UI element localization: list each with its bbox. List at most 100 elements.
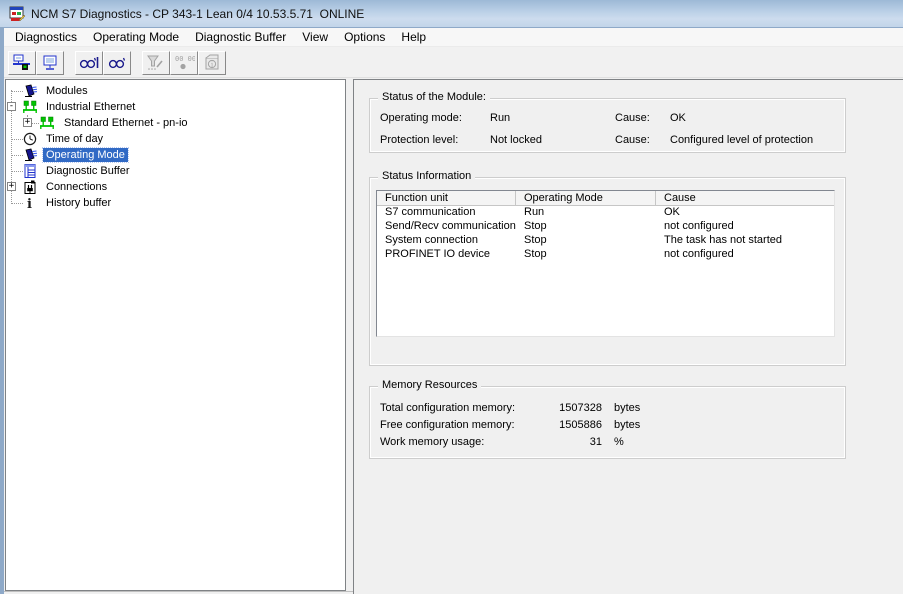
cell-operating-mode: Stop bbox=[516, 248, 656, 262]
svg-text:i: i bbox=[211, 61, 213, 69]
tree-item-label-selected[interactable]: Operating Mode bbox=[43, 148, 128, 162]
status-information-table: Function unit Operating Mode Cause S7 co… bbox=[376, 190, 835, 337]
work-memory-usage-value: 31 bbox=[512, 436, 602, 448]
ethernet-icon bbox=[23, 100, 37, 114]
status-module-group: Status of the Module: Operating mode: Ru… bbox=[369, 98, 846, 153]
free-config-memory-unit: bytes bbox=[614, 419, 640, 431]
diagnostic-buffer-icon bbox=[23, 164, 37, 178]
set-time-button[interactable]: 00 00 bbox=[170, 51, 198, 75]
table-header: Function unit Operating Mode Cause bbox=[377, 191, 834, 206]
glasses-hold-button[interactable] bbox=[75, 51, 103, 75]
title-bar: NCM S7 Diagnostics - CP 343-1 Lean 0/4 1… bbox=[0, 0, 903, 28]
free-config-memory-label: Free configuration memory: bbox=[380, 419, 515, 431]
cell-function-unit: S7 communication bbox=[377, 206, 516, 220]
column-header-operating-mode[interactable]: Operating Mode bbox=[516, 191, 656, 205]
module-icon bbox=[23, 84, 37, 98]
tree-item-standard-ethernet[interactable]: + Standard Ethernet - pn-io bbox=[6, 115, 345, 131]
cell-cause: not configured bbox=[656, 248, 834, 262]
cell-operating-mode: Stop bbox=[516, 234, 656, 248]
tree-item-diagnostic-buffer[interactable]: Diagnostic Buffer bbox=[6, 163, 345, 179]
menu-diagnostics[interactable]: Diagnostics bbox=[7, 28, 85, 46]
glasses-hold-icon bbox=[79, 54, 99, 72]
tree-item-label[interactable]: Diagnostic Buffer bbox=[43, 164, 133, 178]
cell-function-unit: System connection bbox=[377, 234, 516, 248]
panel-splitter[interactable] bbox=[346, 79, 353, 591]
monitor-icon bbox=[40, 54, 60, 72]
total-config-memory-value: 1507328 bbox=[512, 402, 602, 414]
menu-bar: Diagnostics Operating Mode Diagnostic Bu… bbox=[4, 28, 903, 47]
cause-value: OK bbox=[670, 112, 686, 124]
tree-item-history-buffer[interactable]: i History buffer bbox=[6, 195, 345, 211]
column-header-cause[interactable]: Cause bbox=[656, 191, 834, 205]
window-left-border bbox=[0, 28, 4, 594]
cause-label: Cause: bbox=[615, 134, 650, 146]
protection-level-value: Not locked bbox=[490, 134, 542, 146]
group-title: Status Information bbox=[378, 170, 475, 182]
online-connection-button[interactable] bbox=[8, 51, 36, 75]
clock-icon bbox=[23, 132, 37, 146]
window-title: NCM S7 Diagnostics - CP 343-1 Lean 0/4 1… bbox=[31, 7, 364, 21]
total-config-memory-unit: bytes bbox=[614, 402, 640, 414]
history-icon: i bbox=[23, 196, 37, 210]
cell-function-unit: PROFINET IO device bbox=[377, 248, 516, 262]
tree-item-label[interactable]: Connections bbox=[43, 180, 110, 194]
glasses-button[interactable] bbox=[103, 51, 131, 75]
free-config-memory-value: 1505886 bbox=[512, 419, 602, 431]
table-row[interactable]: S7 communication Run OK bbox=[377, 206, 834, 220]
work-memory-usage-unit: % bbox=[614, 436, 624, 448]
cause-value: Configured level of protection bbox=[670, 134, 813, 146]
collapse-toggle[interactable]: - bbox=[7, 102, 16, 111]
module-info-button[interactable]: i bbox=[198, 51, 226, 75]
glasses-icon bbox=[107, 54, 127, 72]
status-information-group: Status Information Function unit Operati… bbox=[369, 177, 846, 366]
detail-panel: Status of the Module: Operating mode: Ru… bbox=[353, 79, 903, 594]
app-icon bbox=[9, 6, 25, 22]
tree-item-label[interactable]: History buffer bbox=[43, 196, 114, 210]
tree-item-industrial-ethernet[interactable]: - Industrial Ethernet bbox=[6, 99, 345, 115]
table-row[interactable]: System connection Stop The task has not … bbox=[377, 234, 834, 248]
operating-mode-label: Operating mode: bbox=[380, 112, 462, 124]
cell-cause: The task has not started bbox=[656, 234, 834, 248]
toolbar: 00 00 i bbox=[4, 47, 903, 78]
menu-diagnostic-buffer[interactable]: Diagnostic Buffer bbox=[187, 28, 294, 46]
protection-level-label: Protection level: bbox=[380, 134, 458, 146]
operating-mode-value: Run bbox=[490, 112, 510, 124]
svg-text:i: i bbox=[27, 197, 32, 210]
tree-item-label[interactable]: Standard Ethernet - pn-io bbox=[61, 116, 191, 130]
total-config-memory-label: Total configuration memory: bbox=[380, 402, 515, 414]
cell-cause: not configured bbox=[656, 220, 834, 234]
cell-operating-mode: Stop bbox=[516, 220, 656, 234]
tree-item-label[interactable]: Industrial Ethernet bbox=[43, 100, 138, 114]
table-row[interactable]: PROFINET IO device Stop not configured bbox=[377, 248, 834, 262]
cause-label: Cause: bbox=[615, 112, 650, 124]
menu-help[interactable]: Help bbox=[393, 28, 434, 46]
filter-edit-button[interactable] bbox=[142, 51, 170, 75]
cell-cause: OK bbox=[656, 206, 834, 220]
expand-toggle[interactable]: + bbox=[7, 182, 16, 191]
module-info-icon: i bbox=[202, 54, 222, 72]
cell-function-unit: Send/Recv communication bbox=[377, 220, 516, 234]
filter-edit-icon bbox=[146, 54, 166, 72]
table-row[interactable]: Send/Recv communication Stop not configu… bbox=[377, 220, 834, 234]
module-icon bbox=[23, 148, 37, 162]
expand-toggle[interactable]: + bbox=[23, 118, 32, 127]
tree-item-label[interactable]: Modules bbox=[43, 84, 91, 98]
tree-item-connections[interactable]: + Connections bbox=[6, 179, 345, 195]
group-title: Status of the Module: bbox=[378, 91, 490, 103]
tree-item-label[interactable]: Time of day bbox=[43, 132, 106, 146]
tree-item-time-of-day[interactable]: Time of day bbox=[6, 131, 345, 147]
tree-item-modules[interactable]: Modules bbox=[6, 83, 345, 99]
cell-operating-mode: Run bbox=[516, 206, 656, 220]
menu-operating-mode[interactable]: Operating Mode bbox=[85, 28, 187, 46]
online-connection-icon bbox=[12, 54, 32, 72]
ethernet-icon bbox=[40, 116, 54, 130]
monitor-button[interactable] bbox=[36, 51, 64, 75]
connections-icon bbox=[23, 180, 37, 194]
tree-item-operating-mode[interactable]: Operating Mode bbox=[6, 147, 345, 163]
svg-text:00 00: 00 00 bbox=[175, 55, 195, 63]
menu-view[interactable]: View bbox=[294, 28, 336, 46]
group-title: Memory Resources bbox=[378, 379, 481, 391]
column-header-function-unit[interactable]: Function unit bbox=[377, 191, 516, 205]
menu-options[interactable]: Options bbox=[336, 28, 393, 46]
set-time-icon: 00 00 bbox=[173, 54, 195, 72]
